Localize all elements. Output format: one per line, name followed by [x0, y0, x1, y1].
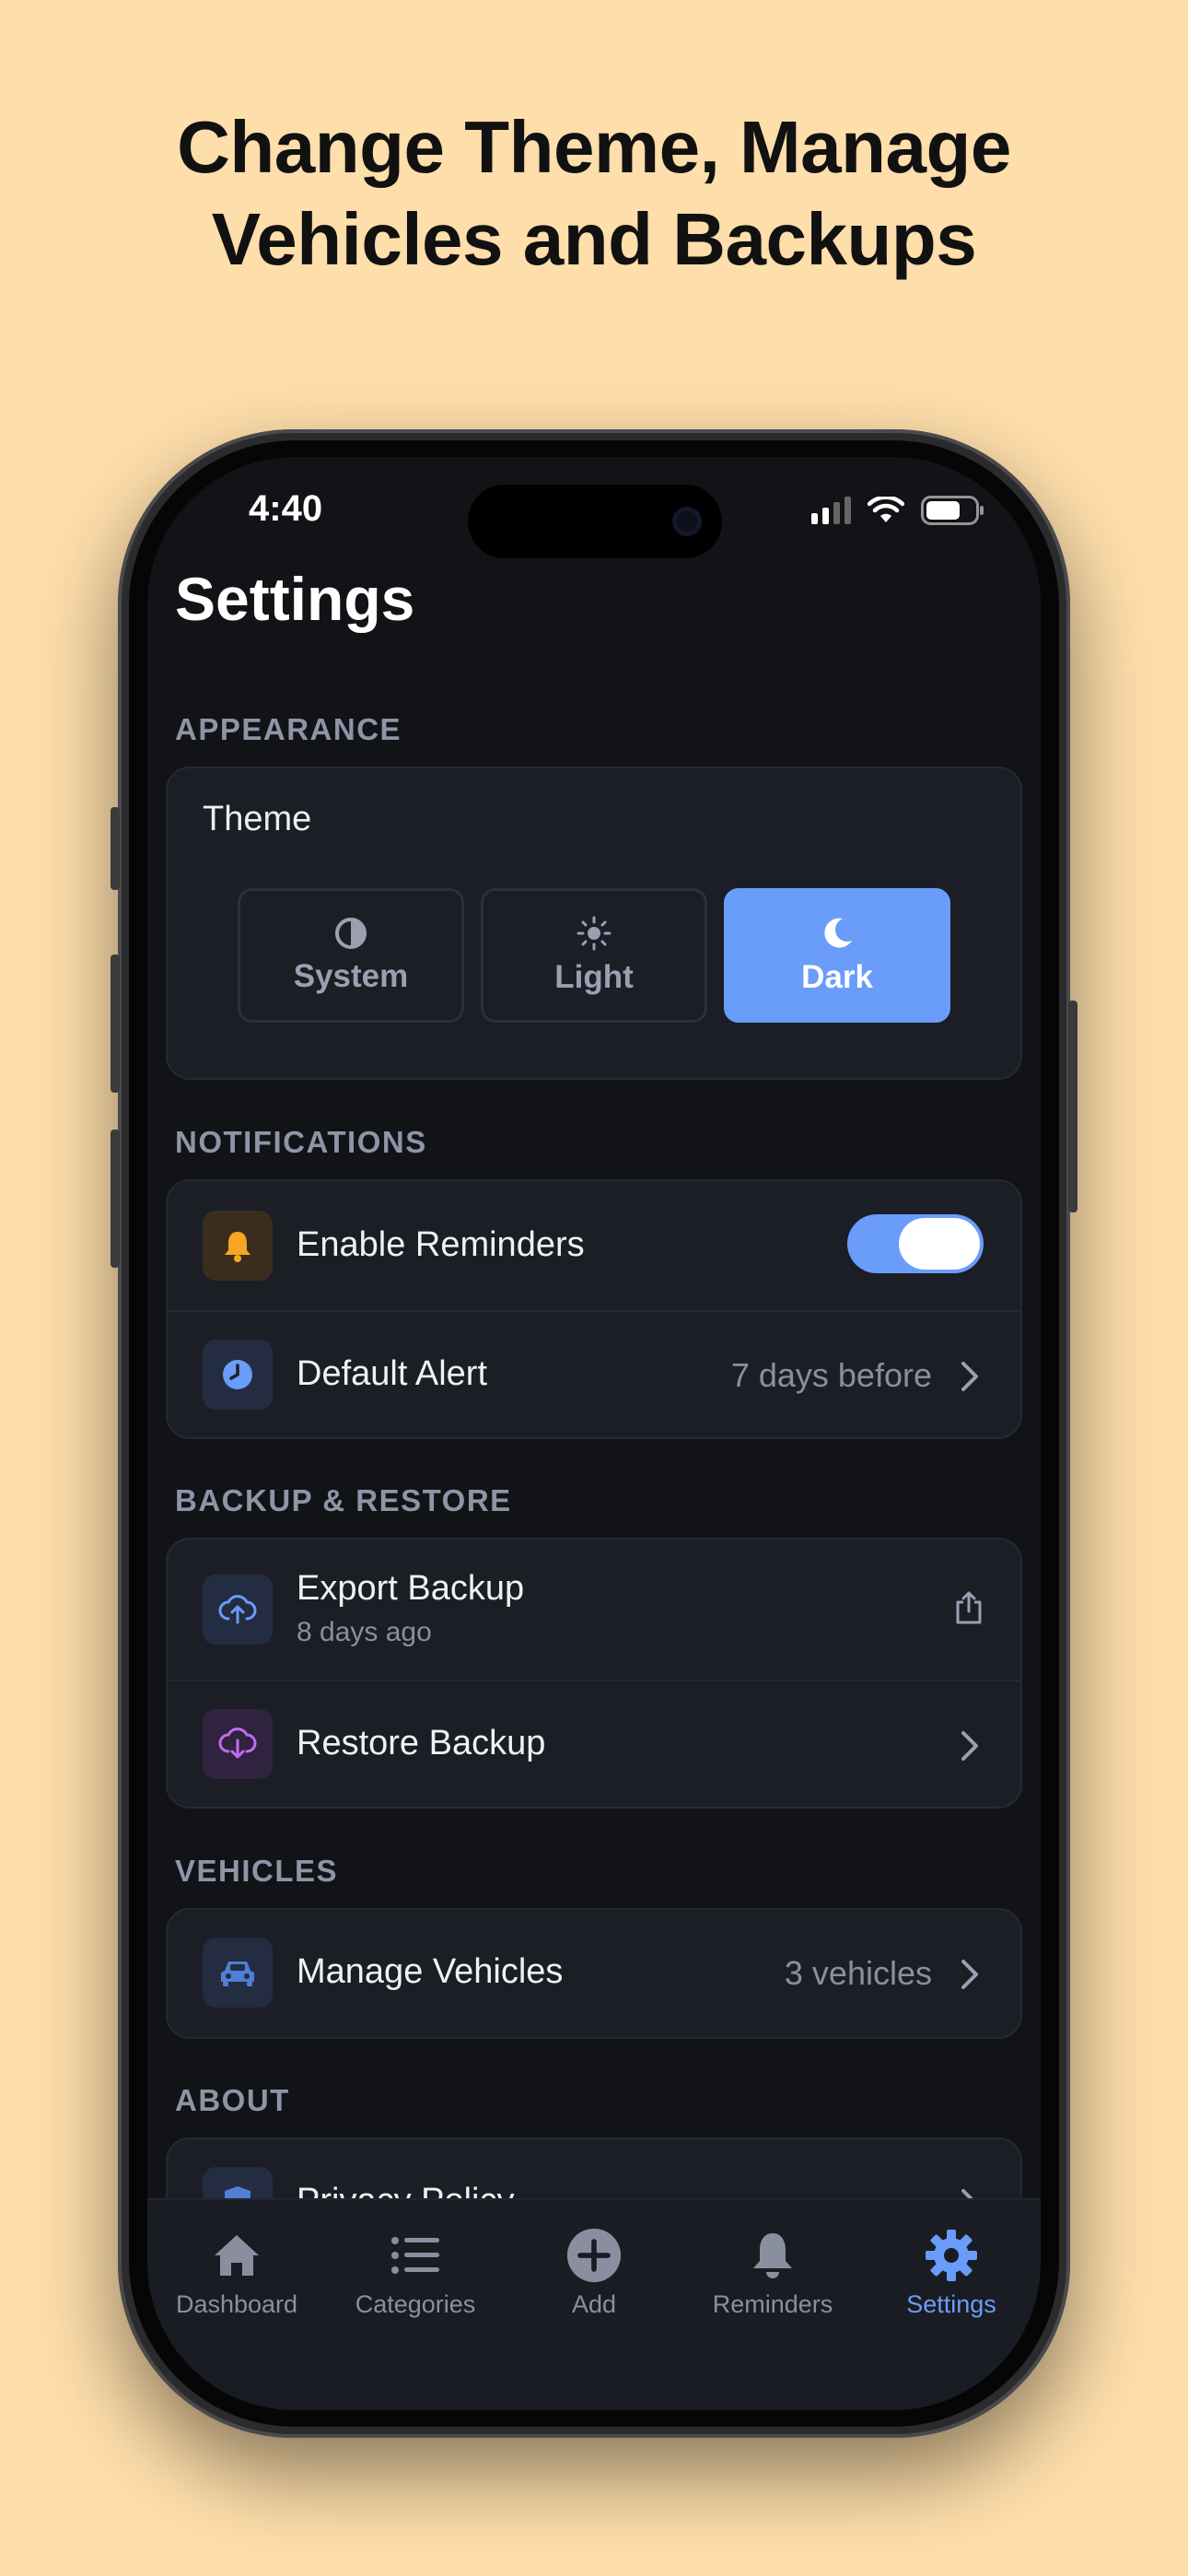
default-alert-label: Default Alert [297, 1354, 487, 1393]
bell-icon [745, 2228, 800, 2283]
restore-backup-row[interactable]: Restore Backup [168, 1681, 1020, 1809]
theme-option-system[interactable]: System [238, 888, 464, 1023]
tab-label: Dashboard [175, 2290, 298, 2318]
cellular-signal-icon [811, 497, 851, 524]
restore-backup-label: Restore Backup [297, 1724, 546, 1762]
section-label-vehicles: VEHICLES [175, 1854, 339, 1888]
wifi-icon [868, 497, 904, 522]
export-backup-row[interactable]: Export Backup 8 days ago [168, 1540, 1020, 1680]
enable-reminders-label: Enable Reminders [297, 1225, 585, 1264]
moon-icon [824, 918, 852, 948]
enable-reminders-toggle[interactable] [847, 1214, 984, 1273]
volume-down-button [111, 1130, 120, 1268]
half-circle-icon [335, 918, 367, 949]
default-alert-value: 7 days before [730, 1356, 932, 1394]
tab-categories[interactable]: Categories [326, 2228, 505, 2319]
tab-dashboard[interactable]: Dashboard [147, 2228, 326, 2319]
cloud-upload-icon [203, 1575, 273, 1645]
vehicles-card: Manage Vehicles 3 vehicles [166, 1908, 1022, 2039]
cloud-download-icon [203, 1709, 273, 1779]
power-button [1068, 1001, 1077, 1212]
tab-bar: Dashboard Categories Add Reminders Setti… [147, 2198, 1041, 2410]
battery-icon [921, 496, 984, 525]
theme-option-label: Light [554, 959, 634, 995]
section-label-backup: BACKUP & RESTORE [175, 1483, 512, 1517]
tab-reminders[interactable]: Reminders [683, 2228, 862, 2319]
theme-option-light[interactable]: Light [481, 888, 707, 1023]
theme-option-label: System [293, 958, 409, 994]
section-label-about: ABOUT [175, 2083, 290, 2117]
chevron-right-icon [961, 1960, 978, 1989]
default-alert-row[interactable]: Default Alert 7 days before [168, 1312, 1020, 1439]
clock-icon [203, 1340, 273, 1410]
theme-label: Theme [203, 800, 312, 838]
manage-vehicles-row[interactable]: Manage Vehicles 3 vehicles [168, 1910, 1020, 2037]
section-label-notifications: NOTIFICATIONS [175, 1125, 427, 1159]
tab-settings[interactable]: Settings [862, 2228, 1041, 2319]
phone-screen: 4:40 Settings APPEARANCE Theme System Li… [147, 457, 1041, 2410]
tab-label: Settings [906, 2290, 996, 2318]
tab-label: Categories [355, 2290, 476, 2318]
car-icon [203, 1938, 273, 2008]
enable-reminders-row: Enable Reminders [168, 1181, 1020, 1310]
tab-add[interactable]: Add [505, 2228, 683, 2319]
volume-up-button [111, 954, 120, 1093]
headline-line-2: Vehicles and Backups [211, 198, 977, 280]
export-backup-label: Export Backup [297, 1569, 525, 1608]
theme-option-label: Dark [801, 959, 873, 995]
list-icon [388, 2228, 443, 2283]
gear-icon [924, 2228, 979, 2283]
chevron-right-icon [961, 1731, 978, 1761]
tab-label: Reminders [712, 2290, 833, 2318]
plus-circle-icon [566, 2228, 622, 2283]
share-icon[interactable] [954, 1589, 984, 1626]
dynamic-island [468, 485, 722, 558]
status-time: 4:40 [249, 488, 323, 529]
appearance-card: Theme System Light Dark [166, 767, 1022, 1080]
section-label-appearance: APPEARANCE [175, 712, 402, 746]
backup-card: Export Backup 8 days ago Restore Backup [166, 1538, 1022, 1809]
tab-label: Add [571, 2290, 617, 2318]
bell-icon [203, 1211, 273, 1281]
action-button [111, 807, 120, 890]
home-icon [209, 2228, 264, 2283]
notifications-card: Enable Reminders Default Alert 7 days be… [166, 1179, 1022, 1439]
manage-vehicles-value: 3 vehicles [784, 1954, 932, 1992]
status-icons [811, 496, 985, 525]
headline-line-1: Change Theme, Manage [177, 106, 1011, 188]
sun-icon [577, 916, 611, 951]
page-title: Settings [175, 565, 415, 633]
export-backup-subtitle: 8 days ago [297, 1617, 432, 1647]
chevron-right-icon [961, 1362, 978, 1391]
promo-headline: Change Theme, Manage Vehicles and Backup… [0, 101, 1188, 286]
theme-option-dark[interactable]: Dark [724, 888, 950, 1023]
manage-vehicles-label: Manage Vehicles [297, 1952, 564, 1991]
